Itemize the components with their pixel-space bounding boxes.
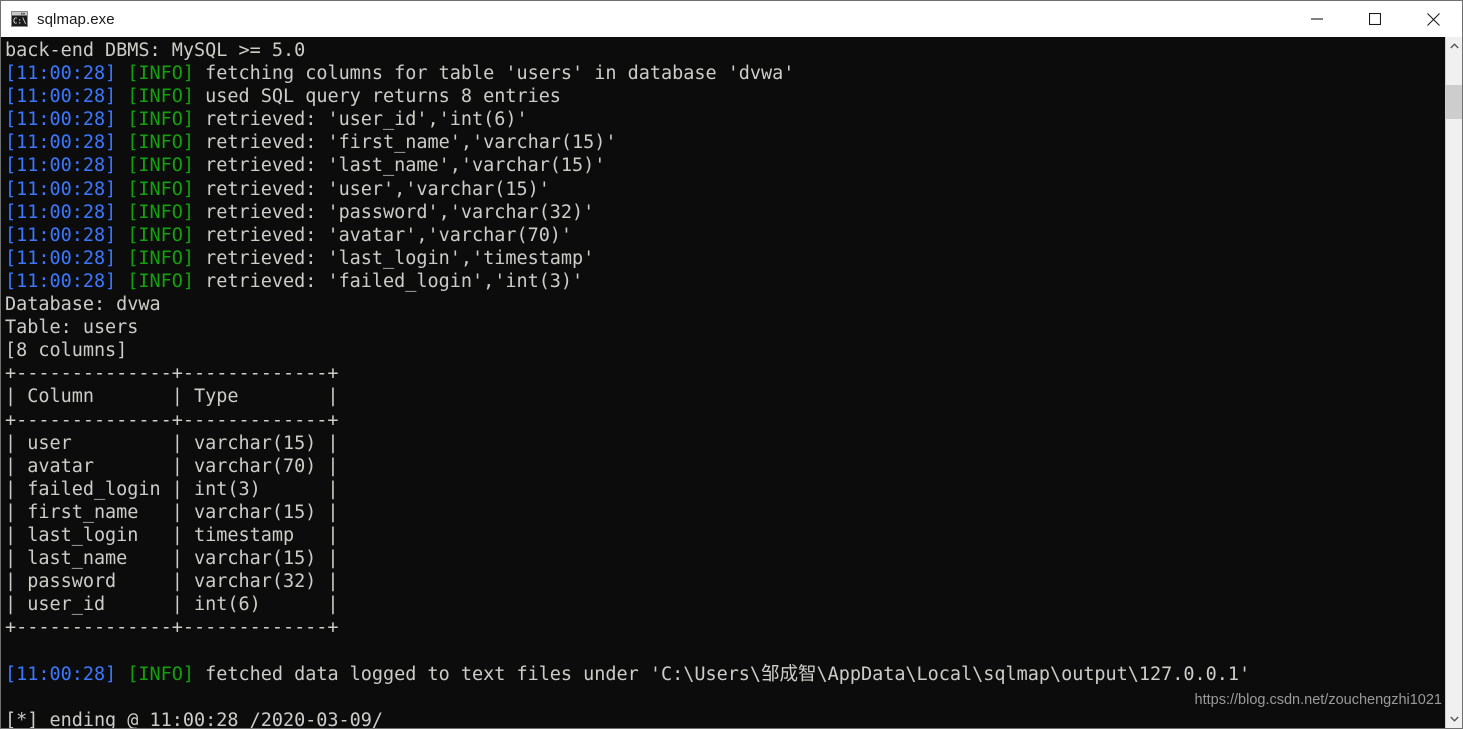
svg-text:C:\.: C:\. — [13, 17, 28, 26]
terminal-line: | Column | Type | — [5, 386, 339, 408]
title-bar[interactable]: C:\. sqlmap.exe — [1, 1, 1462, 38]
vertical-scrollbar[interactable] — [1445, 37, 1462, 728]
log-message: fetched data logged to text files under … — [194, 663, 1251, 685]
terminal-line: [11:00:28] [INFO] retrieved: 'user','var… — [5, 178, 1445, 201]
log-level: [INFO] — [127, 270, 195, 292]
terminal-line: | last_login | timestamp | — [5, 524, 339, 546]
log-timestamp: [11:00:28] — [5, 247, 117, 269]
log-timestamp: [11:00:28] — [5, 270, 117, 292]
window-controls — [1288, 1, 1462, 37]
terminal-line: [11:00:28] [INFO] retrieved: 'avatar','v… — [5, 224, 1445, 247]
log-timestamp: [11:00:28] — [5, 109, 117, 131]
log-timestamp: [11:00:28] — [5, 63, 117, 85]
log-level: [INFO] — [127, 132, 195, 154]
terminal-line: [11:00:28] [INFO] used SQL query returns… — [5, 85, 1445, 108]
log-timestamp: [11:00:28] — [5, 663, 117, 685]
log-message: retrieved: 'avatar','varchar(70)' — [194, 224, 573, 246]
terminal-line: +--------------+-------------+ — [5, 409, 339, 431]
terminal-lines: back-end DBMS: MySQL >= 5.0 [11:00:28] [I… — [1, 37, 1445, 728]
terminal-line: +--------------+-------------+ — [5, 363, 339, 385]
log-message: retrieved: 'password','varchar(32)' — [194, 201, 595, 223]
log-timestamp: [11:00:28] — [5, 178, 117, 200]
terminal-line: | last_name | varchar(15) | — [5, 548, 339, 570]
terminal-line: [*] ending @ 11:00:28 /2020-03-09/ — [5, 709, 384, 728]
log-level: [INFO] — [127, 247, 195, 269]
log-message: retrieved: 'first_name','varchar(15)' — [194, 132, 617, 154]
console-icon: C:\. — [11, 11, 31, 27]
log-timestamp: [11:00:28] — [5, 201, 117, 223]
terminal-line: [11:00:28] [INFO] retrieved: 'failed_log… — [5, 270, 1445, 293]
log-level: [INFO] — [127, 178, 195, 200]
terminal-line: Database: dvwa — [5, 294, 161, 316]
terminal-line: [11:00:28] [INFO] retrieved: 'last_name'… — [5, 154, 1445, 177]
log-timestamp: [11:00:28] — [5, 132, 117, 154]
maximize-button[interactable] — [1346, 1, 1404, 37]
log-level: [INFO] — [127, 224, 195, 246]
terminal-line: [11:00:28] [INFO] retrieved: 'user_id','… — [5, 108, 1445, 131]
terminal-line: | avatar | varchar(70) | — [5, 455, 339, 477]
terminal-line: | password | varchar(32) | — [5, 571, 339, 593]
log-level: [INFO] — [127, 109, 195, 131]
terminal-line: [11:00:28] [INFO] fetching columns for t… — [5, 62, 1445, 85]
log-message: retrieved: 'user_id','int(6)' — [194, 109, 528, 131]
log-message: retrieved: 'last_login','timestamp' — [194, 247, 595, 269]
terminal-line: [11:00:28] [INFO] fetched data logged to… — [5, 663, 1445, 686]
terminal-output[interactable]: back-end DBMS: MySQL >= 5.0 [11:00:28] [I… — [1, 37, 1445, 728]
close-button[interactable] — [1404, 1, 1462, 37]
scrollbar-thumb[interactable] — [1446, 85, 1462, 119]
log-message: retrieved: 'last_name','varchar(15)' — [194, 155, 606, 177]
terminal-line: +--------------+-------------+ — [5, 617, 339, 639]
window-title: sqlmap.exe — [37, 10, 115, 28]
terminal-line: [8 columns] — [5, 340, 128, 362]
log-timestamp: [11:00:28] — [5, 155, 117, 177]
log-level: [INFO] — [127, 155, 195, 177]
log-message: used SQL query returns 8 entries — [194, 86, 561, 108]
terminal-line: [11:00:28] [INFO] retrieved: 'password',… — [5, 201, 1445, 224]
terminal-line: back-end DBMS: MySQL >= 5.0 — [5, 40, 306, 61]
log-level: [INFO] — [127, 86, 195, 108]
log-level: [INFO] — [127, 663, 195, 685]
scroll-up-button[interactable] — [1446, 37, 1462, 55]
minimize-button[interactable] — [1288, 1, 1346, 37]
log-level: [INFO] — [127, 201, 195, 223]
terminal-line: | failed_login | int(3) | — [5, 478, 339, 500]
terminal-line: | first_name | varchar(15) | — [5, 501, 339, 523]
log-level: [INFO] — [127, 63, 195, 85]
terminal-line: [11:00:28] [INFO] retrieved: 'last_login… — [5, 247, 1445, 270]
log-message: fetching columns for table 'users' in da… — [194, 63, 795, 85]
terminal-line: Table: users — [5, 317, 139, 339]
log-message: retrieved: 'failed_login','int(3)' — [194, 270, 584, 292]
log-timestamp: [11:00:28] — [5, 86, 117, 108]
scroll-down-button[interactable] — [1446, 710, 1462, 728]
terminal-line: | user | varchar(15) | — [5, 432, 339, 454]
log-message: retrieved: 'user','varchar(15)' — [194, 178, 550, 200]
console-window: C:\. sqlmap.exe back-end DBMS: MySQL >= … — [0, 0, 1463, 729]
log-timestamp: [11:00:28] — [5, 224, 117, 246]
terminal-line: | user_id | int(6) | — [5, 594, 339, 616]
terminal-line: [11:00:28] [INFO] retrieved: 'first_name… — [5, 131, 1445, 154]
